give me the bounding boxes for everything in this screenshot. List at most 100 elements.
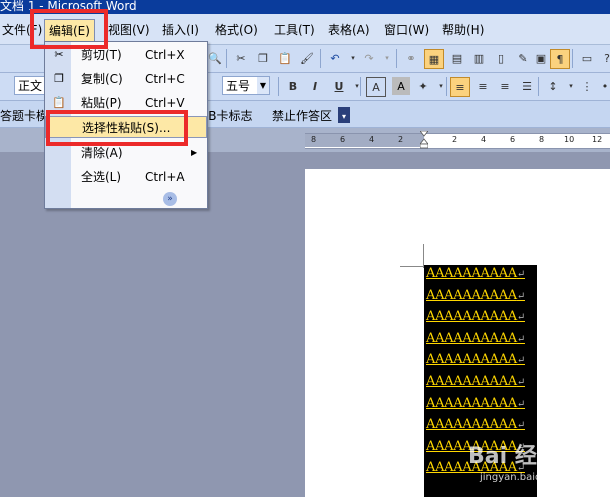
undo-icon[interactable]: ↶ — [326, 49, 344, 67]
bullets-icon[interactable]: • — [596, 77, 610, 95]
insert-table-icon[interactable]: ▤ — [448, 49, 466, 67]
text-run: AAAAAAAAAA — [426, 374, 517, 389]
toolbar-separator — [278, 77, 279, 96]
text-run: AAAAAAAAAA — [426, 417, 517, 433]
text-run: AAAAAAAAAA — [426, 330, 517, 346]
ruler-tick-label: 8 — [539, 135, 545, 144]
hyperlink-icon[interactable]: ⚭ — [402, 49, 420, 67]
menu-item-copy[interactable]: ❐ 复制(C) Ctrl+C — [45, 68, 207, 90]
menu-table[interactable]: 表格(A) — [328, 22, 370, 38]
italic-button[interactable]: I — [306, 77, 324, 95]
underline-button[interactable]: U — [330, 77, 348, 95]
align-center-icon[interactable]: ≡ — [474, 77, 492, 95]
font-size-select[interactable]: 五号 ▼ — [222, 76, 270, 95]
char-border-button[interactable]: A — [366, 77, 386, 97]
copy-icon[interactable]: ❐ — [254, 49, 272, 67]
paragraph-mark-icon: ↵ — [516, 398, 525, 410]
watermark-url: jingyan.baidu.com — [480, 472, 573, 483]
answer-card-template-button[interactable]: 答题卡模 — [0, 107, 48, 124]
document-map-icon[interactable]: ▣ — [532, 49, 550, 67]
ruler-tick-label: 2 — [452, 135, 458, 144]
highlight-icon[interactable]: ✦ — [414, 77, 432, 95]
tables-borders-icon[interactable]: ▦ — [424, 49, 444, 69]
numbering-icon[interactable]: ⋮ — [578, 77, 596, 95]
ruler-tick-label: 4 — [369, 135, 375, 144]
font-size-value: 五号 — [226, 79, 251, 93]
bold-button[interactable]: B — [284, 77, 302, 95]
toolbar-separator — [396, 49, 397, 68]
toolbar-separator — [572, 49, 573, 68]
read-icon[interactable]: ▭ — [578, 49, 596, 67]
copy-icon: ❐ — [54, 72, 64, 85]
redo-dropdown-icon[interactable]: ▾ — [378, 49, 396, 67]
watermark-logo: Bai 经验 — [468, 444, 559, 469]
document-text-line[interactable]: AAAAAAAAAA↵ — [426, 309, 525, 324]
document-text-line[interactable]: AAAAAAAAAA↵ — [426, 417, 525, 432]
cut-icon[interactable]: ✂ — [232, 49, 250, 67]
menu-format[interactable]: 格式(O) — [215, 22, 258, 38]
show-hide-icon[interactable]: ¶ — [550, 49, 570, 69]
text-run: AAAAAAAAAA — [426, 287, 517, 303]
line-spacing-icon[interactable]: ↕ — [544, 77, 562, 95]
text-run: AAAAAAAAAA — [426, 352, 517, 368]
ruler-tick-label: 8 — [311, 135, 317, 144]
style-select[interactable]: 正文 — [14, 76, 48, 95]
align-right-icon[interactable]: ≡ — [496, 77, 514, 95]
expand-menu-icon[interactable]: » — [163, 192, 177, 206]
insert-excel-icon[interactable]: ▥ — [470, 49, 488, 67]
menu-item-shortcut: Ctrl+C — [145, 72, 185, 86]
toolbar-separator — [446, 77, 447, 96]
research-icon[interactable]: 🔍 — [206, 49, 224, 67]
toolbar-separator — [320, 49, 321, 68]
paste-icon[interactable]: 📋 — [276, 49, 294, 67]
scissors-icon: ✂ — [54, 48, 64, 61]
document-text-line[interactable]: AAAAAAAAAA↵ — [426, 331, 525, 346]
ruler-tick-label: 12 — [592, 135, 603, 144]
menu-help[interactable]: 帮助(H) — [442, 22, 484, 38]
toolbar-separator — [538, 77, 539, 96]
menu-tools[interactable]: 工具(T) — [274, 22, 315, 38]
menu-item-label: 全选(L) — [81, 170, 122, 184]
align-left-icon[interactable]: ≡ — [450, 77, 470, 97]
toolbar-options-icon[interactable]: ▾ — [338, 107, 350, 123]
toolbar-separator — [360, 77, 361, 96]
paragraph-mark-icon: ↵ — [516, 290, 525, 302]
format-painter-icon[interactable]: 🖌 — [298, 49, 316, 67]
chevron-down-icon: ▼ — [257, 77, 269, 94]
paragraph-mark-icon: ↵ — [516, 355, 525, 367]
document-text-line[interactable]: AAAAAAAAAA↵ — [426, 352, 525, 367]
indent-marker-icon[interactable] — [419, 130, 429, 149]
ruler-tick-label: 4 — [481, 135, 487, 144]
char-shading-button[interactable]: A — [392, 77, 410, 95]
document-text-line[interactable]: AAAAAAAAAA↵ — [426, 266, 525, 281]
document-text-line[interactable]: AAAAAAAAAA↵ — [426, 288, 525, 303]
help-icon[interactable]: ? — [598, 49, 610, 67]
menu-item-label: 复制(C) — [81, 72, 123, 86]
submenu-arrow-icon: ▶ — [191, 148, 198, 157]
paragraph-mark-icon: ↵ — [516, 420, 525, 432]
document-text-line[interactable]: AAAAAAAAAA↵ — [426, 374, 525, 389]
no-answer-area-button[interactable]: 禁止作答区 — [272, 107, 332, 124]
menu-insert[interactable]: 插入(I) — [162, 22, 199, 38]
menu-item-select-all[interactable]: 全选(L) Ctrl+A — [45, 166, 207, 188]
margin-mark — [400, 266, 424, 267]
menu-window[interactable]: 窗口(W) — [384, 22, 429, 38]
paragraph-mark-icon: ↵ — [516, 333, 525, 345]
paragraph-mark-icon: ↵ — [516, 312, 525, 324]
redo-icon[interactable]: ↷ — [360, 49, 378, 67]
document-text-line[interactable]: AAAAAAAAAA↵ — [426, 396, 525, 411]
paste-icon: 📋 — [52, 96, 66, 109]
paragraph-mark-icon: ↵ — [516, 377, 525, 388]
menu-view[interactable]: 视图(V) — [108, 22, 150, 38]
underline-dropdown-icon[interactable]: ▾ — [348, 77, 366, 95]
ruler-tick-label: 10 — [564, 135, 575, 144]
ruler-margin — [305, 134, 424, 147]
style-value: 正文 — [18, 79, 43, 93]
ruler-tick-label: 6 — [510, 135, 516, 144]
highlight-dropdown-icon[interactable]: ▾ — [432, 77, 450, 95]
justify-icon[interactable]: ☰ — [518, 77, 536, 95]
toolbar-separator — [226, 49, 227, 68]
text-run: AAAAAAAAAA — [426, 309, 517, 325]
drawing-icon[interactable]: ✎ — [514, 49, 532, 67]
columns-icon[interactable]: ▯ — [492, 49, 510, 67]
